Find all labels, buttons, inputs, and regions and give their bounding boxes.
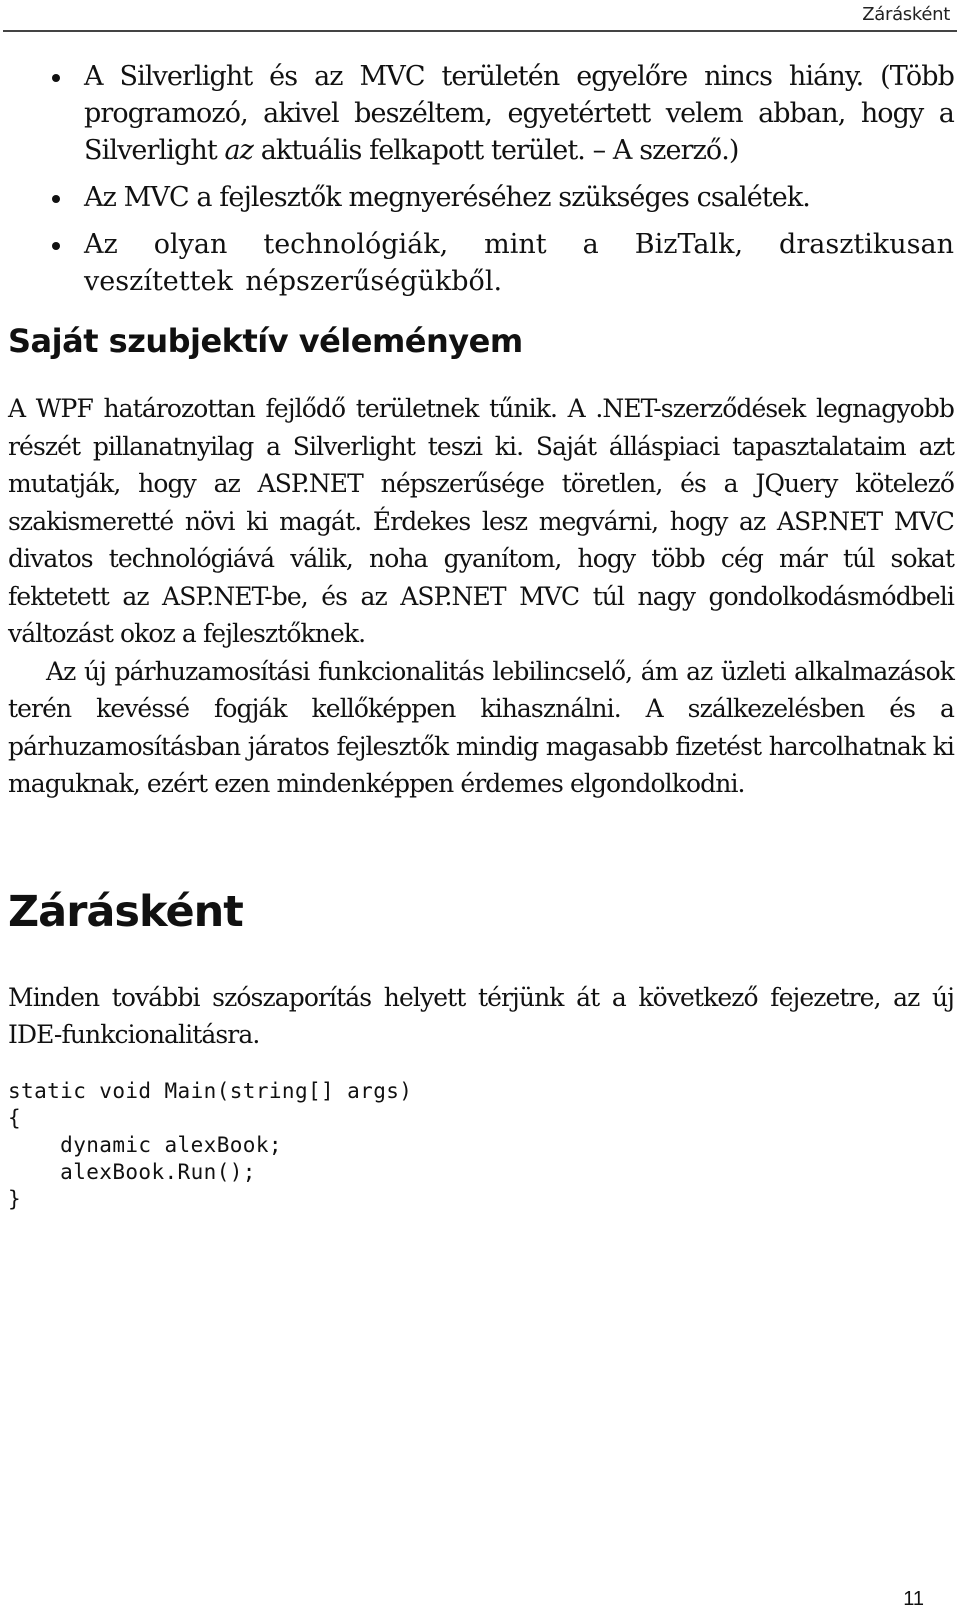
list-item: A Silverlight és az MVC területén egyelő…	[8, 58, 955, 169]
emphasis-text: az	[224, 135, 254, 166]
bullet-icon	[52, 195, 60, 203]
code-line: dynamic alexBook;	[8, 1132, 282, 1157]
body-paragraph: A WPF határozottan fejlődő területnek tű…	[8, 394, 955, 648]
bullet-icon	[52, 74, 60, 82]
chapter-heading: Zárásként	[8, 886, 244, 937]
page-number: 11	[903, 1588, 924, 1610]
section-heading: Saját szubjektív véleményem	[8, 322, 523, 360]
page-content: A Silverlight és az MVC területén egyelő…	[8, 58, 955, 1213]
list-item-text-end: aktuális felkapott terület. – A szerző.)	[253, 135, 740, 166]
body-paragraph: Minden további szószaporítás helyett tér…	[8, 982, 955, 1050]
list-item: Az MVC a fejlesztők megnyeréséhez szüksé…	[8, 179, 954, 216]
bullet-list: A Silverlight és az MVC területén egyelő…	[8, 58, 955, 300]
list-item: Az olyan technológiák, mint a BizTalk, d…	[8, 226, 954, 300]
bullet-icon	[52, 242, 60, 250]
list-item-text: Az MVC a fejlesztők megnyeréséhez szüksé…	[84, 182, 811, 213]
code-line: alexBook.Run();	[8, 1159, 256, 1184]
header-rule	[3, 30, 957, 32]
list-item-text: Az olyan technológiák, mint a BizTalk, d…	[84, 229, 954, 297]
running-header: Zárásként	[862, 4, 950, 25]
code-line: }	[8, 1186, 22, 1211]
body-paragraph: Az új párhuzamosítási funkcionalitás leb…	[8, 656, 955, 799]
code-line: static void Main(string[] args)	[8, 1078, 413, 1103]
code-line: {	[8, 1105, 22, 1130]
code-block: static void Main(string[] args) { dynami…	[8, 1078, 954, 1213]
